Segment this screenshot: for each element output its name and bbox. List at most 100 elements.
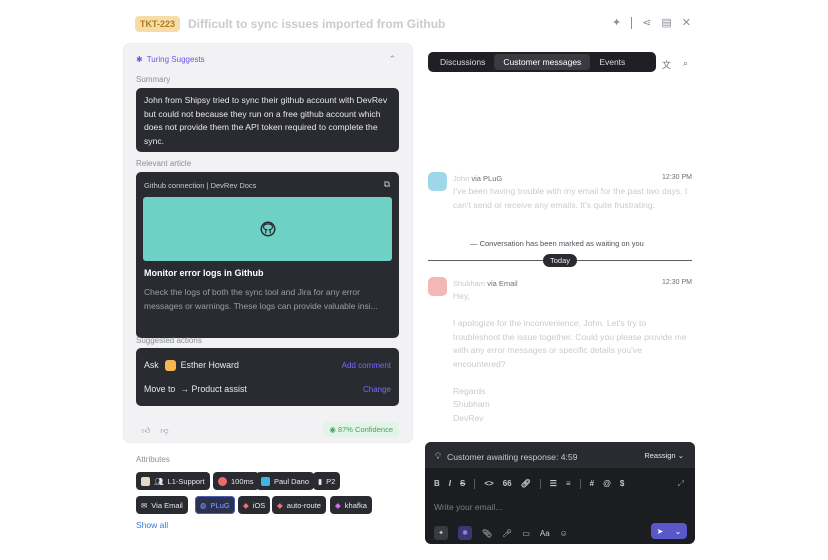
tab-events[interactable]: Events <box>590 54 634 70</box>
link-icon[interactable]: 🔗︎ <box>521 479 531 489</box>
message-line: DevRev <box>453 412 484 423</box>
plug-icon: ◍ <box>200 500 207 510</box>
attributes-label: Attributes <box>136 455 170 464</box>
microphone-icon[interactable]: 🎤︎ <box>502 529 512 538</box>
chip-label: 100ms <box>231 476 254 486</box>
message-body: Hey, I apologize for the inconvenience, … <box>453 290 691 425</box>
collapse-icon[interactable]: ⌃ <box>388 54 396 65</box>
attribute-chip[interactable]: 👥︎ L1-Support <box>136 472 210 490</box>
chip-label: iOS <box>252 500 266 510</box>
hash-button[interactable]: # <box>590 479 594 489</box>
currency-button[interactable]: $ <box>620 479 624 489</box>
bold-button[interactable]: B <box>434 479 440 489</box>
article-image <box>143 197 392 261</box>
reassign-label: Reassign <box>644 451 676 460</box>
message-line: Hey, <box>453 291 471 301</box>
code-button[interactable]: <> <box>484 479 493 489</box>
thumbs-down-icon[interactable]: 👎︎ <box>160 426 168 436</box>
emoji-icon[interactable]: ☺ <box>560 529 568 538</box>
header-actions: ✦ ⋖ ▤ ✕ <box>612 16 691 29</box>
attribute-chip[interactable]: ✉ Via Email <box>136 496 188 514</box>
attribute-chip[interactable]: 100ms <box>213 472 259 490</box>
divider <box>579 479 581 489</box>
suggested-actions-box: Ask Esther Howard Add comment Move to → … <box>136 348 399 406</box>
reassign-button[interactable]: Reassign ⌄ <box>644 451 684 460</box>
italic-button[interactable]: I <box>449 479 451 489</box>
avatar <box>141 476 150 486</box>
message-sender: John via PLuG <box>453 174 502 183</box>
company-icon <box>218 476 227 486</box>
chevron-down-icon[interactable]: ⌄ <box>675 527 682 536</box>
attribute-chip[interactable]: ◆ iOS <box>238 496 271 514</box>
message-line: I apologize for the inconvenience, John.… <box>453 318 687 369</box>
translate-icon[interactable]: 文 <box>662 58 671 71</box>
check-icon: ◉ <box>329 425 336 434</box>
chip-label: Via Email <box>151 500 183 510</box>
waiting-note-text: Conversation has been marked as waiting … <box>479 239 644 248</box>
ticket-id-badge[interactable]: TKT-223 <box>135 16 181 32</box>
text-format-icon[interactable]: Aa <box>540 529 550 538</box>
sparkle-button[interactable]: ✦ <box>434 526 448 540</box>
thumbs-up-icon[interactable]: 👍︎ <box>142 426 150 436</box>
action-move-prefix: Move to <box>144 384 176 394</box>
bullet-list-icon[interactable]: ☰ <box>550 479 557 489</box>
avatar <box>164 359 176 371</box>
email-composer: 💡︎ Customer awaiting response: 4:59 Reas… <box>425 442 695 544</box>
turing-suggests-heading[interactable]: ✱ Turing Suggests <box>136 55 205 64</box>
chevron-down-icon: ⌄ <box>677 451 684 460</box>
chip-label: PLuG <box>210 500 230 510</box>
attach-icon[interactable]: 📎︎ <box>482 529 492 538</box>
conversation-tabs: Discussions Customer messages Events <box>428 52 656 72</box>
strikethrough-button[interactable]: S <box>460 479 465 489</box>
attribute-chip[interactable]: ▮ P2 <box>313 472 341 490</box>
change-link[interactable]: Change <box>363 385 391 394</box>
composer-status-bar: 💡︎ Customer awaiting response: 4:59 Reas… <box>425 442 695 468</box>
tab-discussions[interactable]: Discussions <box>431 54 494 70</box>
article-source: Github connection | DevRev Docs <box>144 181 257 190</box>
tab-customer-messages[interactable]: Customer messages <box>494 54 591 70</box>
attribute-chip[interactable]: Paul Dano <box>256 472 315 490</box>
close-icon[interactable]: ✕ <box>682 16 691 29</box>
external-link-icon[interactable]: ⧉ <box>384 179 390 190</box>
chip-label: Paul Dano <box>274 476 310 486</box>
show-all-link[interactable]: Show all <box>136 520 168 530</box>
chip-label: khafka <box>344 500 367 510</box>
expand-icon[interactable]: ⤢ <box>678 479 684 489</box>
attribute-chip[interactable]: ◍ PLuG <box>195 496 235 514</box>
message-line: Regards <box>453 385 486 396</box>
add-comment-link[interactable]: Add comment <box>342 361 391 370</box>
confidence-text: 87% Confidence <box>337 425 393 434</box>
composer-bottom-bar: ✦ ✱ 📎︎ 🎤︎ ▭ Aa ☺ <box>434 526 568 540</box>
action-ask-row: Ask Esther Howard Add comment <box>144 358 391 372</box>
sparkle-icon[interactable]: ✦ <box>612 16 621 29</box>
send-icon: ➤ <box>656 526 664 536</box>
message-time: 12:30 PM <box>662 279 692 286</box>
video-icon[interactable]: ▭ <box>522 529 530 538</box>
priority-icon: ▮ <box>318 476 323 486</box>
numbered-list-icon[interactable]: ≡ <box>566 479 571 489</box>
tag-icon: ◆ <box>335 500 341 510</box>
ai-assist-button[interactable]: ✱ <box>458 526 472 540</box>
awaiting-status: 💡︎ Customer awaiting response: 4:59 <box>435 451 577 462</box>
action-move-row: Move to → Product assist Change <box>144 382 391 396</box>
waiting-status-note: — Conversation has been marked as waitin… <box>470 239 644 248</box>
share-icon[interactable]: ⋖ <box>642 16 651 29</box>
message-line: Shubham <box>453 399 490 409</box>
github-icon <box>260 221 275 237</box>
attribute-chip[interactable]: ◆ auto-route <box>272 496 326 514</box>
article-card[interactable]: Github connection | DevRev Docs ⧉ Monito… <box>136 172 399 338</box>
search-icon[interactable]: ⌕ <box>683 58 688 71</box>
send-button[interactable]: ➤ ⌄ <box>651 523 687 539</box>
date-divider-label: Today <box>543 254 578 267</box>
article-body: Check the logs of both the sync tool and… <box>144 287 378 311</box>
suggested-actions-label: Suggested actions <box>136 336 202 345</box>
email-body-input[interactable]: Write your email... <box>434 502 502 512</box>
mention-button[interactable]: @ <box>603 479 611 489</box>
attribute-chip[interactable]: ◆ khafka <box>330 496 372 514</box>
quote-button[interactable]: 66 <box>503 479 512 489</box>
ticket-title[interactable]: Difficult to sync issues imported from G… <box>188 17 445 31</box>
avatar <box>428 172 447 191</box>
panel-icon[interactable]: ▤ <box>661 16 671 29</box>
sender-channel: via PLuG <box>471 174 503 183</box>
sender-channel: via Email <box>487 279 518 288</box>
